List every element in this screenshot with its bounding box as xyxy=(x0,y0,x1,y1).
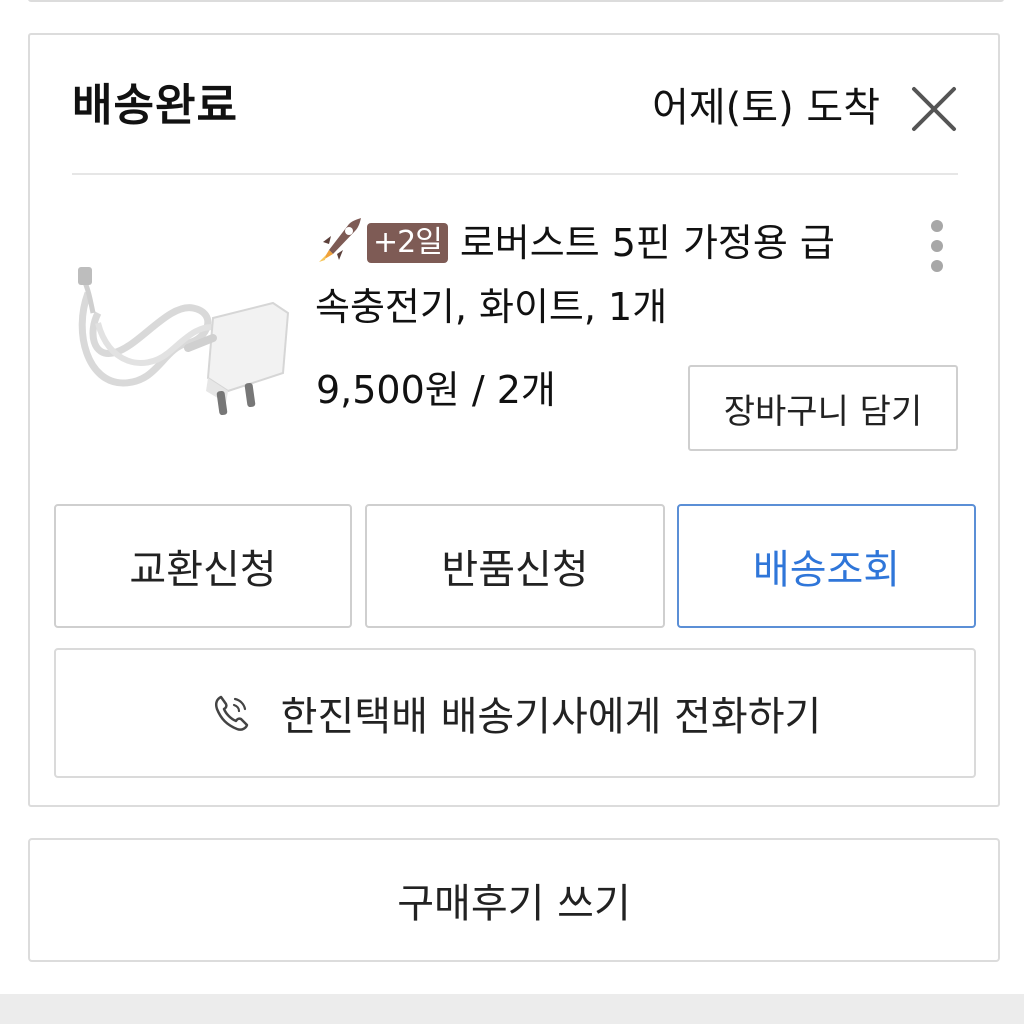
close-icon[interactable] xyxy=(908,83,960,135)
return-request-button[interactable]: 반품신청 xyxy=(365,504,665,628)
section-separator xyxy=(0,994,1024,1024)
product-image[interactable] xyxy=(68,253,292,423)
call-courier-label: 한진택배 배송기사에게 전화하기 xyxy=(280,694,822,740)
call-courier-button[interactable]: 한진택배 배송기사에게 전화하기 xyxy=(54,648,976,778)
rocket-icon xyxy=(315,214,365,264)
arrival-date: 어제(토) 도착 xyxy=(652,85,880,131)
add-to-cart-button[interactable]: 장바구니 담기 xyxy=(688,365,958,451)
delivery-status: 배송완료 xyxy=(72,80,238,131)
product-title-line2[interactable]: 속충전기, 화이트, 1개 xyxy=(315,277,667,337)
product-title[interactable]: +2일 로버스트 5핀 가정용 급 xyxy=(315,213,835,273)
write-review-button[interactable]: 구매후기 쓰기 xyxy=(28,838,1000,962)
product-price: 9,500원 / 2개 xyxy=(316,368,556,412)
product-title-line1: 로버스트 5핀 가정용 급 xyxy=(459,221,835,265)
exchange-request-button[interactable]: 교환신청 xyxy=(54,504,352,628)
divider xyxy=(72,173,958,175)
previous-card-edge xyxy=(28,0,1004,2)
phone-icon xyxy=(209,691,253,735)
more-vertical-icon[interactable] xyxy=(928,220,946,276)
delivery-badge: +2일 xyxy=(367,223,448,263)
track-delivery-button[interactable]: 배송조회 xyxy=(677,504,976,628)
